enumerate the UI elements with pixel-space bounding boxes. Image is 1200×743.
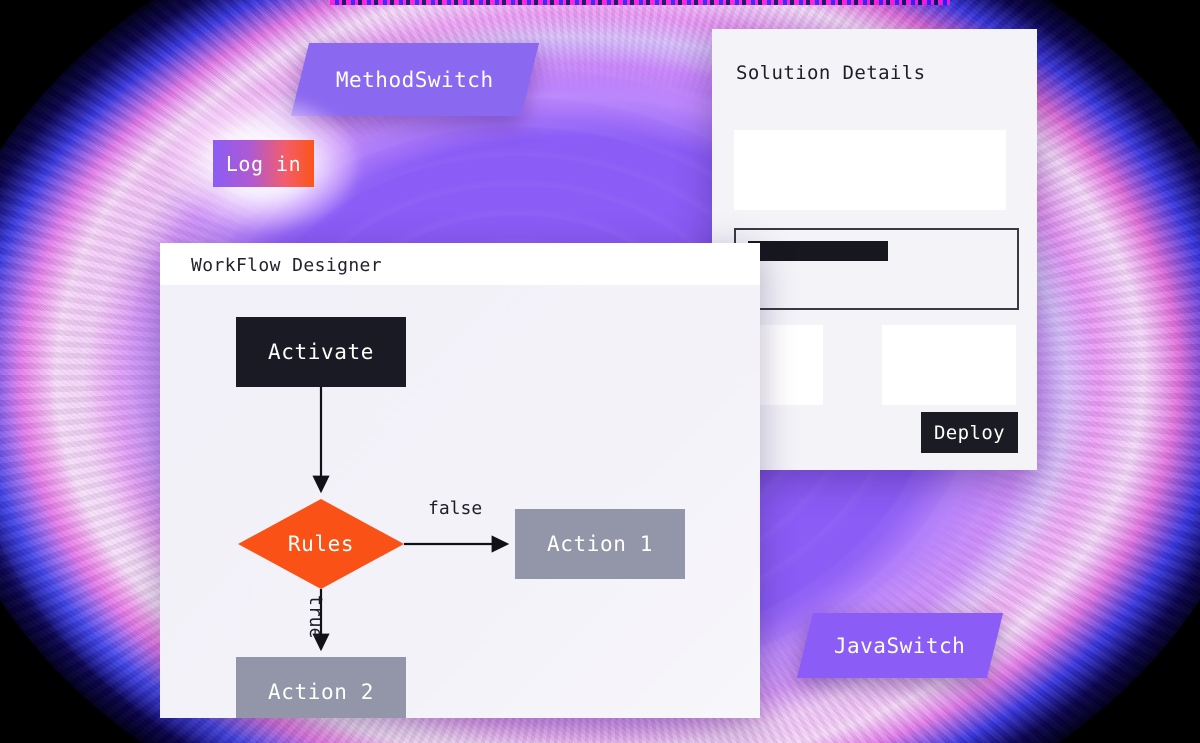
workflow-node-action-2-label: Action 2	[268, 680, 374, 704]
solution-details-panel: Solution Details Deploy	[712, 29, 1037, 470]
workflow-node-action-1-label: Action 1	[547, 532, 653, 556]
workflow-canvas[interactable]: Activate Rules Action 1 Action 2 false t…	[160, 285, 760, 718]
java-switch-chip[interactable]: JavaSwitch	[796, 613, 1004, 678]
solution-placeholder-top	[734, 130, 1006, 210]
workflow-node-activate-label: Activate	[268, 340, 374, 364]
workflow-designer-header: WorkFlow Designer	[160, 243, 760, 285]
solution-placeholder-right	[882, 325, 1016, 405]
background-top-strip	[330, 0, 950, 5]
solution-field-value-bar	[748, 241, 888, 261]
screenshot-stage: MethodSwitch Log in Solution Details Dep…	[0, 0, 1200, 743]
solution-framed-field[interactable]	[734, 228, 1019, 310]
workflow-node-rules-label: Rules	[287, 532, 355, 556]
workflow-edge-label-true: true	[305, 595, 326, 639]
workflow-node-action-1[interactable]: Action 1	[515, 509, 685, 579]
java-switch-label: JavaSwitch	[834, 633, 966, 658]
method-switch-chip[interactable]: MethodSwitch	[290, 43, 540, 116]
login-button-label: Log in	[225, 151, 302, 176]
workflow-designer-title: WorkFlow Designer	[191, 255, 383, 276]
deploy-button[interactable]: Deploy	[921, 412, 1018, 453]
workflow-node-action-2[interactable]: Action 2	[236, 657, 406, 718]
workflow-edge-label-false: false	[428, 498, 483, 519]
deploy-button-label: Deploy	[933, 421, 1006, 444]
method-switch-label: MethodSwitch	[336, 67, 494, 92]
workflow-node-activate[interactable]: Activate	[236, 317, 406, 387]
solution-details-title: Solution Details	[736, 62, 926, 84]
workflow-designer-panel: WorkFlow Designer Activate Rules Action …	[160, 243, 760, 718]
login-button[interactable]: Log in	[213, 140, 314, 187]
